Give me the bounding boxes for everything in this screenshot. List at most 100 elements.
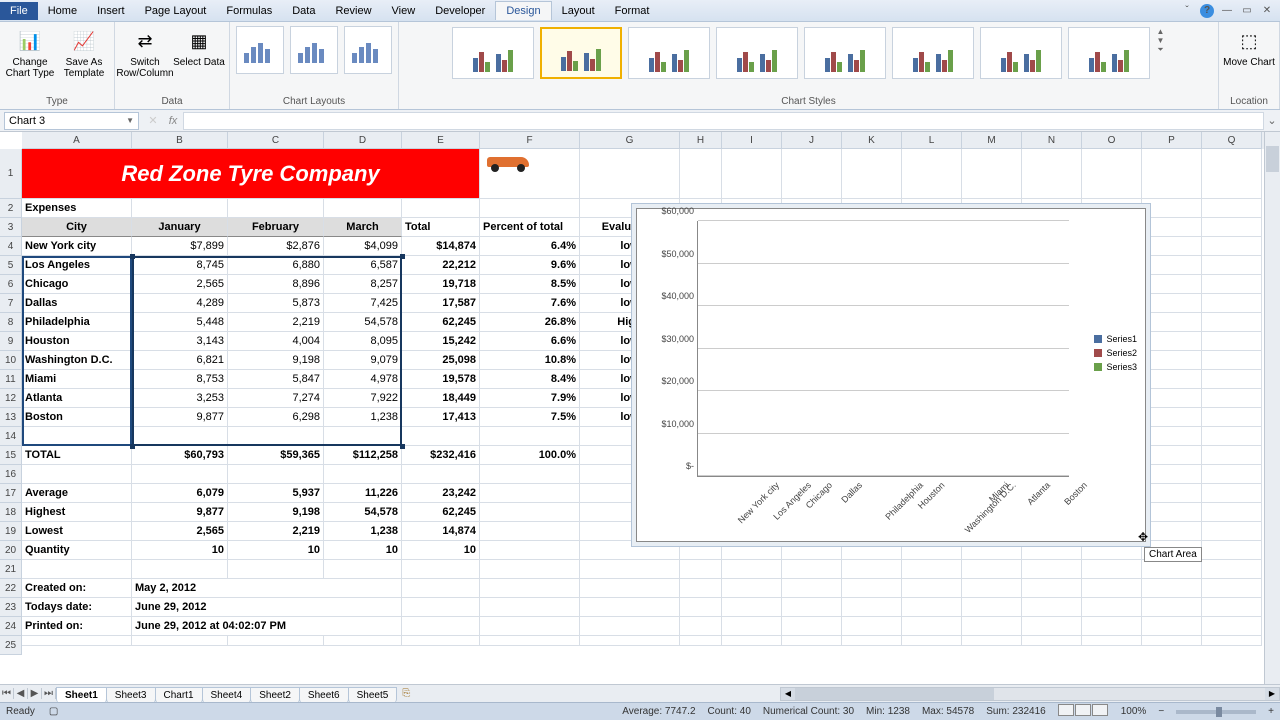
cancel-formula-icon[interactable]: ✕ (143, 114, 163, 127)
cell[interactable]: 8,753 (132, 370, 228, 389)
row-header[interactable]: 18 (0, 503, 22, 522)
cell[interactable]: January (132, 218, 228, 237)
row-header[interactable]: 3 (0, 218, 22, 237)
cell[interactable] (962, 617, 1022, 636)
cell[interactable] (962, 598, 1022, 617)
move-chart-button[interactable]: ⬚ Move Chart (1223, 24, 1275, 68)
cell[interactable] (480, 484, 580, 503)
chart-style-scroll[interactable]: ▲▼⏷ (1154, 24, 1168, 58)
cell[interactable] (228, 199, 324, 218)
column-header[interactable]: J (782, 132, 842, 149)
cell[interactable] (1142, 351, 1202, 370)
cell[interactable] (324, 427, 402, 446)
cell[interactable]: 8,257 (324, 275, 402, 294)
cell[interactable] (324, 636, 402, 646)
cell[interactable]: 7.9% (480, 389, 580, 408)
sheet-nav-next-icon[interactable]: ▶ (28, 688, 42, 699)
cell[interactable]: $2,876 (228, 237, 324, 256)
column-header[interactable]: B (132, 132, 228, 149)
cell[interactable] (22, 636, 132, 646)
column-header[interactable]: Q (1202, 132, 1262, 149)
cell[interactable]: Atlanta (22, 389, 132, 408)
cell[interactable] (132, 636, 228, 646)
cell[interactable] (1202, 408, 1262, 427)
cell[interactable] (842, 560, 902, 579)
cell[interactable] (1202, 541, 1262, 560)
horizontal-scrollbar[interactable]: ◀ ▶ (780, 687, 1280, 701)
tab-format[interactable]: Format (605, 2, 660, 20)
cell[interactable]: $232,416 (402, 446, 480, 465)
cell[interactable]: Houston (22, 332, 132, 351)
cell[interactable] (228, 560, 324, 579)
cell[interactable] (842, 149, 902, 199)
row-header[interactable]: 19 (0, 522, 22, 541)
cell[interactable] (1202, 332, 1262, 351)
row-header[interactable]: 7 (0, 294, 22, 313)
cell[interactable] (1022, 541, 1082, 560)
cell[interactable]: 10 (324, 541, 402, 560)
cell[interactable] (782, 541, 842, 560)
cell[interactable] (1082, 617, 1142, 636)
row-header[interactable]: 25 (0, 636, 22, 655)
chart-style-thumb[interactable] (452, 27, 534, 79)
row-header[interactable]: 23 (0, 598, 22, 617)
cell[interactable]: March (324, 218, 402, 237)
formula-bar-expand-icon[interactable]: ⌄ (1264, 114, 1280, 127)
tab-view[interactable]: View (382, 2, 426, 20)
cell[interactable] (782, 598, 842, 617)
chart-style-thumb[interactable] (1068, 27, 1150, 79)
cell[interactable]: June 29, 2012 (132, 598, 402, 617)
cell[interactable] (1142, 560, 1202, 579)
cell[interactable]: 8,745 (132, 256, 228, 275)
cell[interactable]: 5,873 (228, 294, 324, 313)
cell[interactable]: 19,578 (402, 370, 480, 389)
chart-layout-thumb[interactable] (290, 26, 338, 74)
cell[interactable] (1202, 446, 1262, 465)
cell[interactable] (580, 617, 680, 636)
cell[interactable]: 25,098 (402, 351, 480, 370)
cell[interactable]: Los Angeles (22, 256, 132, 275)
cell[interactable]: 6,587 (324, 256, 402, 275)
select-data-button[interactable]: ▦ Select Data (173, 24, 225, 68)
cell[interactable]: 10 (228, 541, 324, 560)
column-header[interactable]: E (402, 132, 480, 149)
row-header[interactable]: 13 (0, 408, 22, 427)
cell[interactable] (722, 636, 782, 646)
hscroll-left-icon[interactable]: ◀ (781, 688, 795, 700)
cell[interactable]: Philadelphia (22, 313, 132, 332)
cell[interactable] (902, 541, 962, 560)
cell[interactable] (680, 579, 722, 598)
tab-file[interactable]: File (0, 2, 38, 20)
cell[interactable] (1202, 560, 1262, 579)
cell[interactable] (1142, 370, 1202, 389)
cell[interactable]: TOTAL (22, 446, 132, 465)
cell[interactable] (1142, 522, 1202, 541)
row-header[interactable]: 20 (0, 541, 22, 560)
cell[interactable] (902, 149, 962, 199)
cell[interactable]: 15,242 (402, 332, 480, 351)
cell[interactable]: 10.8% (480, 351, 580, 370)
cell[interactable]: New York city (22, 237, 132, 256)
cell[interactable] (1142, 218, 1202, 237)
cell[interactable] (1202, 218, 1262, 237)
sheet-nav-prev-icon[interactable]: ◀ (14, 688, 28, 699)
cell[interactable]: Average (22, 484, 132, 503)
cell[interactable] (962, 636, 1022, 646)
row-header[interactable]: 24 (0, 617, 22, 636)
cell[interactable]: Created on: (22, 579, 132, 598)
cell[interactable] (580, 579, 680, 598)
cell[interactable]: 19,718 (402, 275, 480, 294)
cell[interactable] (722, 579, 782, 598)
column-header[interactable]: F (480, 132, 580, 149)
cell[interactable]: 5,448 (132, 313, 228, 332)
cell[interactable]: 6.4% (480, 237, 580, 256)
cell[interactable] (1082, 149, 1142, 199)
cell[interactable]: $112,258 (324, 446, 402, 465)
cell[interactable] (480, 427, 580, 446)
cell[interactable] (1142, 389, 1202, 408)
cell[interactable] (842, 598, 902, 617)
column-header[interactable]: M (962, 132, 1022, 149)
sheet-tab[interactable]: Sheet3 (106, 687, 156, 703)
cell[interactable]: Quantity (22, 541, 132, 560)
cell[interactable] (842, 541, 902, 560)
